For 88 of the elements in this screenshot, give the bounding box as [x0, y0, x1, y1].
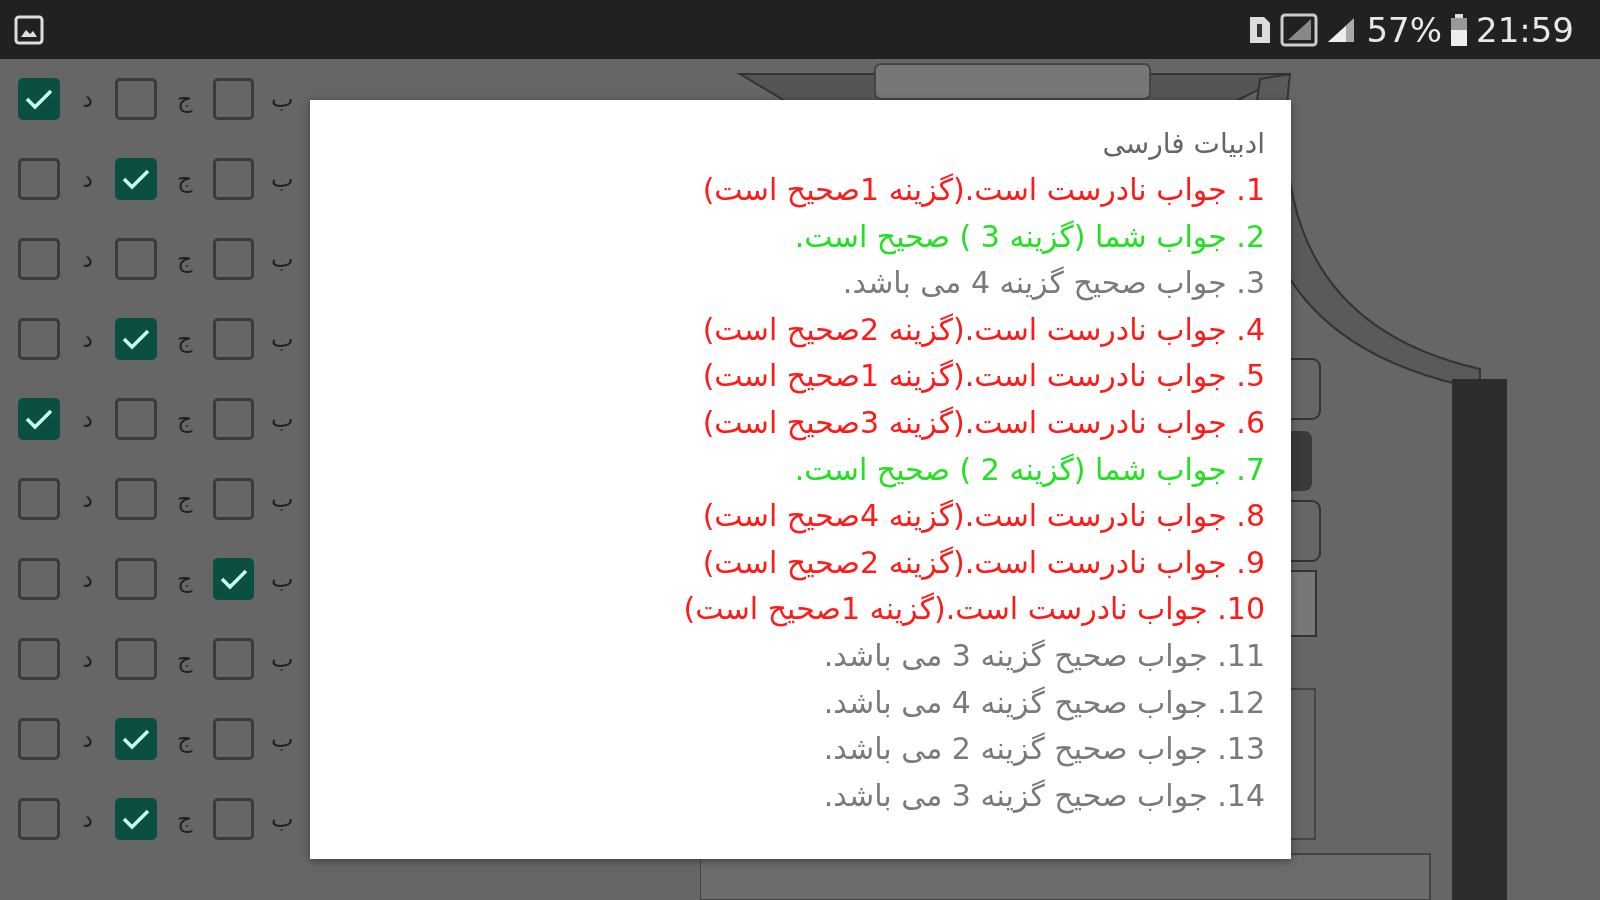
option-label: د	[81, 164, 94, 195]
option-label: ب	[269, 324, 295, 355]
option-label: د	[81, 244, 94, 275]
result-line: 6. جواب نادرست است.(گزینه 3صحیح است)	[701, 403, 1265, 443]
answer-checkbox[interactable]	[18, 318, 60, 360]
answer-checkbox[interactable]	[212, 318, 255, 360]
answer-checkbox[interactable]	[18, 798, 60, 840]
option-label: ب	[269, 84, 295, 115]
result-line: 10. جواب نادرست است.(گزینه 1صحیح است)	[682, 590, 1265, 629]
checkmark-icon	[23, 87, 54, 111]
clock: 21:59	[1476, 12, 1574, 47]
checkmark-icon	[121, 727, 152, 751]
answer-checkbox[interactable]	[18, 478, 60, 520]
option-label: د	[81, 84, 94, 115]
answer-checkbox[interactable]	[115, 558, 158, 600]
answer-checkbox[interactable]	[212, 478, 255, 520]
option-label: ج	[176, 484, 194, 515]
answer-checkbox[interactable]	[18, 398, 60, 440]
option-label: د	[81, 404, 94, 435]
answer-checkbox[interactable]	[212, 78, 255, 120]
option-label: ج	[176, 324, 194, 355]
answer-checkbox[interactable]	[212, 638, 255, 680]
result-line: 14. جواب صحیح گزینه 3 می باشد.	[822, 776, 1265, 816]
option-label: ب	[269, 804, 295, 835]
result-line: 11. جواب صحیح گزینه 3 می باشد.	[822, 636, 1265, 676]
answer-checkbox[interactable]	[212, 238, 255, 280]
answer-checkbox[interactable]	[115, 238, 158, 280]
battery-percentage: 57%	[1366, 12, 1442, 47]
dialog-title: ادبیات فارسی	[1101, 126, 1265, 162]
answer-checkbox[interactable]	[115, 158, 158, 200]
answer-checkbox[interactable]	[212, 158, 255, 200]
result-line: 9. جواب نادرست است.(گزینه 2صحیح است)	[701, 543, 1265, 583]
checkmark-icon	[121, 167, 152, 191]
answer-checkbox[interactable]	[115, 398, 158, 440]
answer-checkbox[interactable]	[115, 318, 158, 360]
option-label: ب	[269, 484, 295, 515]
result-line: 12. جواب صحیح گزینه 4 می باشد.	[822, 683, 1265, 723]
result-line: 2. جواب شما (گزینه 3 ) صحیح است.	[793, 217, 1265, 257]
option-label: ج	[176, 804, 194, 835]
option-label: د	[81, 644, 94, 675]
checkmark-icon	[218, 567, 249, 591]
option-label: ج	[176, 84, 194, 115]
option-label: د	[81, 724, 94, 755]
answer-checkbox[interactable]	[18, 158, 60, 200]
option-label: ج	[176, 404, 194, 435]
answer-checkbox[interactable]	[115, 638, 158, 680]
option-label: د	[81, 484, 94, 515]
answer-checkbox[interactable]	[115, 798, 158, 840]
answer-checkbox[interactable]	[212, 558, 255, 600]
answer-checkbox[interactable]	[18, 78, 60, 120]
option-label: ب	[269, 404, 295, 435]
option-label: د	[81, 324, 94, 355]
answer-checkbox[interactable]	[115, 478, 158, 520]
result-line: 4. جواب نادرست است.(گزینه 2صحیح است)	[701, 310, 1265, 350]
answer-checkbox[interactable]	[212, 398, 255, 440]
result-line: 1. جواب نادرست است.(گزینه 1صحیح است)	[701, 171, 1265, 210]
image-icon	[14, 14, 44, 45]
answer-checkbox[interactable]	[212, 718, 255, 760]
option-label: ب	[269, 164, 295, 195]
answer-checkbox[interactable]	[115, 718, 158, 760]
option-label: ج	[176, 164, 194, 195]
checkmark-icon	[121, 327, 152, 351]
checkmark-icon	[121, 807, 152, 831]
answer-checkbox[interactable]	[212, 798, 255, 840]
result-line: 8. جواب نادرست است.(گزینه 4صحیح است)	[701, 497, 1265, 536]
signal-icon	[1280, 12, 1319, 47]
result-line: 13. جواب صحیح گزینه 2 می باشد.	[822, 730, 1265, 769]
battery-icon	[1450, 13, 1468, 46]
option-label: ج	[176, 244, 194, 275]
option-label: ب	[269, 644, 295, 675]
result-line: 3. جواب صحیح گزینه 4 می باشد.	[841, 264, 1265, 303]
answer-checkbox[interactable]	[115, 78, 158, 120]
option-label: ب	[269, 564, 295, 595]
result-line: 5. جواب نادرست است.(گزینه 1صحیح است)	[701, 357, 1265, 396]
option-label: ج	[176, 724, 194, 755]
answer-checkbox[interactable]	[18, 638, 60, 680]
answer-checkbox[interactable]	[18, 558, 60, 600]
result-line: 7. جواب شما (گزینه 2 ) صحیح است.	[793, 450, 1265, 490]
option-label: ب	[269, 724, 295, 755]
option-label: د	[81, 804, 94, 835]
option-label: ج	[176, 644, 194, 675]
sim-card-icon	[1248, 14, 1273, 45]
answer-checkbox[interactable]	[18, 238, 60, 280]
answer-checkbox[interactable]	[18, 718, 60, 760]
option-label: د	[81, 564, 94, 595]
checkmark-icon	[23, 407, 54, 431]
option-label: ج	[176, 564, 194, 595]
option-label: ب	[269, 244, 295, 275]
